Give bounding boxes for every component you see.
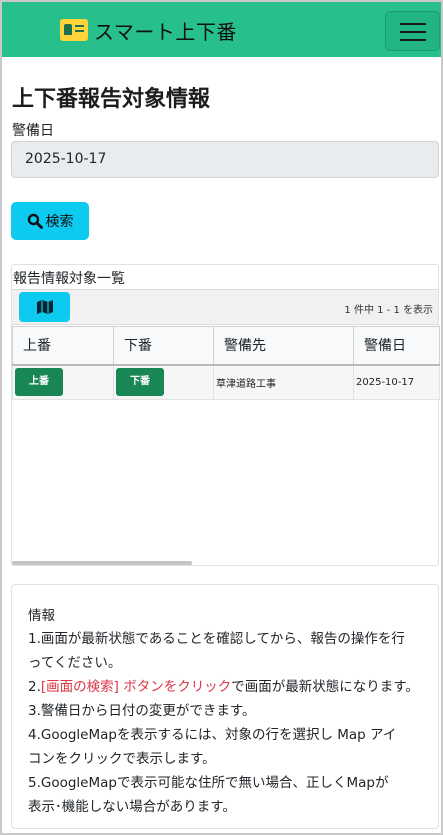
map-button[interactable] (19, 292, 70, 322)
date-label: 警備日 (12, 123, 54, 139)
page-title: 上下番報告対象情報 (12, 87, 211, 112)
horizontal-scrollbar[interactable] (12, 561, 192, 565)
paging-info: 1 件中 1 - 1 を表示 (344, 305, 433, 316)
info-line-5: 5.GoogleMapで表示可能な住所で無い場合、正しくMapが (28, 775, 389, 791)
report-table: 上番 下番 警備先 警備日 上番 下番 草津道路工事 2025-10-17 (12, 326, 440, 400)
menu-toggle-button[interactable] (385, 11, 440, 51)
column-header-date[interactable]: 警備日 (353, 326, 440, 366)
map-icon (36, 300, 53, 314)
column-header-off[interactable]: 下番 (113, 326, 214, 366)
table-row[interactable]: 上番 下番 草津道路工事 2025-10-17 (12, 364, 440, 400)
hamburger-icon (400, 23, 426, 25)
info-line-5b: 表示･機能しない場合があります。 (28, 799, 236, 815)
info-line-1: 1.画面が最新状態であることを確認してから、報告の操作を行 (28, 631, 405, 647)
brand-text: スマート上下番 (94, 19, 237, 44)
column-header-on[interactable]: 上番 (12, 326, 114, 366)
site-cell: 草津道路工事 (213, 364, 354, 400)
off-duty-button[interactable]: 下番 (116, 368, 164, 397)
brand[interactable]: スマート上下番 (60, 16, 237, 44)
info-highlight: [画面の検索] ボタンをクリック (40, 679, 232, 695)
info-line-1b: ってください。 (28, 655, 122, 671)
navbar: スマート上下番 (2, 2, 441, 57)
id-card-icon (60, 19, 88, 41)
on-duty-button[interactable]: 上番 (15, 368, 63, 397)
info-line-4: 4.GoogleMapを表示するには、対象の行を選択し Map アイ (28, 727, 397, 743)
search-button-label: 検索 (45, 214, 74, 230)
info-line-4b: コンをクリックで表示します。 (28, 751, 216, 767)
search-icon (27, 213, 43, 229)
column-header-site[interactable]: 警備先 (213, 326, 354, 366)
date-cell: 2025-10-17 (353, 364, 440, 400)
date-input[interactable]: 2025-10-17 (11, 141, 439, 178)
list-title: 報告情報対象一覧 (13, 271, 125, 287)
info-line-3: 3.警備日から日付の変更ができます。 (28, 703, 256, 719)
info-line-2: 2.[画面の検索] ボタンをクリックで画面が最新状態になります。 (28, 679, 419, 695)
info-heading: 情報 (28, 608, 55, 624)
search-button[interactable]: 検索 (11, 202, 89, 240)
